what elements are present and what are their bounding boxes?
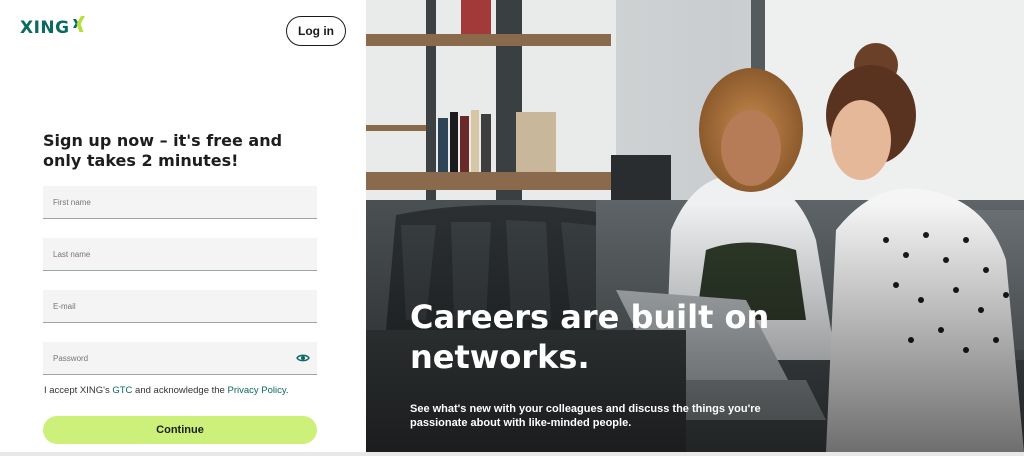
first-name-field[interactable] (43, 186, 317, 219)
logo-wordmark: XING (20, 18, 70, 38)
gtc-link[interactable]: GTC (112, 385, 132, 396)
email-field[interactable] (43, 290, 317, 323)
signup-heading: Sign up now – it's free and only takes 2… (43, 131, 283, 170)
login-button[interactable]: Log in (286, 16, 346, 46)
terms-middle: and acknowledge the (132, 385, 228, 396)
password-field[interactable] (43, 342, 317, 375)
terms-suffix: . (285, 385, 289, 396)
email-input[interactable] (43, 290, 317, 322)
hero-photo (366, 0, 1024, 452)
eye-icon[interactable] (296, 351, 310, 365)
terms-text: I accept XING's GTC and acknowledge the … (44, 385, 289, 396)
xing-mark-icon (72, 16, 85, 32)
bottom-edge (0, 452, 1024, 456)
last-name-field[interactable] (43, 238, 317, 271)
privacy-policy-link[interactable]: Privacy Policy (227, 385, 285, 396)
last-name-input[interactable] (43, 238, 317, 270)
xing-logo[interactable]: XING (20, 16, 86, 38)
terms-prefix: I accept XING's (44, 385, 113, 396)
first-name-input[interactable] (43, 186, 317, 218)
hero-subtext: See what's new with your colleagues and … (410, 403, 761, 429)
hero-headline: Careers are built on networks. (410, 298, 770, 376)
continue-button[interactable]: Continue (43, 416, 317, 444)
password-input[interactable] (43, 342, 317, 374)
hero-panel: Careers are built on networks. See what'… (366, 0, 1024, 452)
signup-panel: XING Log in Sign up now – it's free and … (0, 0, 366, 456)
